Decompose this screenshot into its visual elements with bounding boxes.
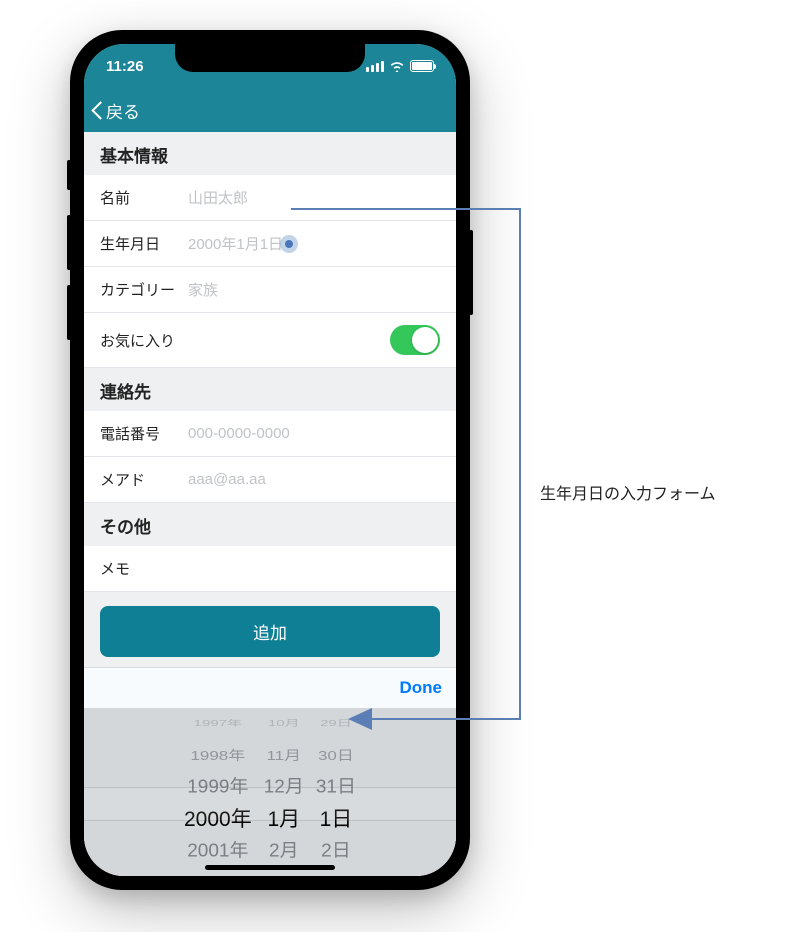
- phone-field[interactable]: 000-0000-0000: [188, 425, 440, 442]
- power-button: [469, 230, 473, 315]
- nav-bar: 戻る: [84, 88, 456, 132]
- annotation-connector: [519, 208, 521, 720]
- chevron-left-icon: [92, 100, 104, 120]
- form-content: 基本情報 名前 山田太郎 生年月日 2000年1月1日 カテゴリー 家族: [84, 132, 456, 876]
- memo-label: メモ: [100, 558, 188, 579]
- picker-day-column[interactable]: 29日 30日 31日 1日 2日 3日 4日: [316, 708, 356, 876]
- favorite-label: お気に入り: [100, 330, 175, 351]
- phone-label: 電話番号: [100, 423, 188, 444]
- section-header-basic: 基本情報: [84, 132, 456, 175]
- home-indicator[interactable]: [205, 865, 335, 870]
- annotation-label: 生年月日の入力フォーム: [540, 480, 716, 504]
- status-indicators: [366, 60, 434, 72]
- section-header-other: その他: [84, 503, 456, 546]
- picker-month-column[interactable]: 10月 11月 12月 1月 2月 3月 4月: [264, 708, 304, 876]
- phone-frame: 11:26 戻る 基本情報 名前 山田太郎 生年月日: [70, 30, 470, 890]
- row-email[interactable]: メアド aaa@aa.aa: [84, 457, 456, 503]
- row-phone[interactable]: 電話番号 000-0000-0000: [84, 411, 456, 457]
- category-field[interactable]: 家族: [188, 279, 440, 300]
- name-label: 名前: [100, 187, 188, 208]
- annotation-arrow-icon: [348, 708, 372, 730]
- name-field[interactable]: 山田太郎: [188, 187, 440, 208]
- battery-icon: [410, 60, 434, 72]
- side-button: [67, 160, 71, 190]
- dob-field[interactable]: 2000年1月1日: [188, 233, 440, 254]
- back-button[interactable]: 戻る: [92, 98, 140, 123]
- date-picker[interactable]: 1997年 1998年 1999年 2000年 2001年 2002年 2003…: [84, 708, 456, 876]
- done-button[interactable]: Done: [400, 678, 443, 698]
- picker-toolbar: Done: [84, 667, 456, 708]
- row-category[interactable]: カテゴリー 家族: [84, 267, 456, 313]
- category-label: カテゴリー: [100, 279, 188, 300]
- signal-icon: [366, 61, 384, 72]
- row-name[interactable]: 名前 山田太郎: [84, 175, 456, 221]
- add-button[interactable]: 追加: [100, 606, 440, 657]
- picker-year-column[interactable]: 1997年 1998年 1999年 2000年 2001年 2002年 2003…: [184, 708, 252, 876]
- notch: [175, 44, 365, 72]
- status-time: 11:26: [106, 58, 144, 75]
- row-memo[interactable]: メモ: [84, 546, 456, 592]
- dob-label: 生年月日: [100, 233, 188, 254]
- row-favorite: お気に入り: [84, 313, 456, 368]
- screen: 11:26 戻る 基本情報 名前 山田太郎 生年月日: [84, 44, 456, 876]
- volume-up-button: [67, 215, 71, 270]
- annotation-connector: [291, 208, 520, 210]
- favorite-toggle[interactable]: [390, 325, 440, 355]
- back-label: 戻る: [106, 98, 140, 123]
- email-label: メアド: [100, 469, 188, 490]
- email-field[interactable]: aaa@aa.aa: [188, 471, 440, 488]
- volume-down-button: [67, 285, 71, 340]
- section-header-contact: 連絡先: [84, 368, 456, 411]
- callout-marker: [280, 235, 298, 253]
- annotation-connector: [370, 718, 521, 720]
- wifi-icon: [389, 60, 405, 72]
- row-dob[interactable]: 生年月日 2000年1月1日: [84, 221, 456, 267]
